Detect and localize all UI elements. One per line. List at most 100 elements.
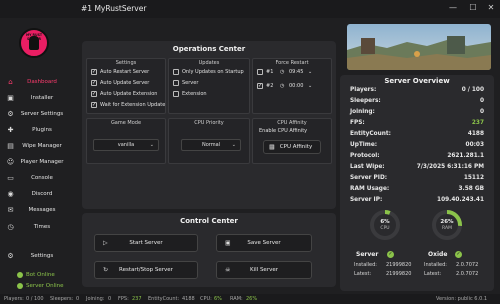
- cpu-affinity-button-label: CPU Affinity: [279, 144, 313, 150]
- control-center-title: Control Center: [180, 217, 238, 225]
- server-version-title: Server: [356, 251, 379, 258]
- game-mode-select[interactable]: vanilla ⌄: [93, 139, 159, 151]
- restart-time-2[interactable]: 00:00: [289, 83, 303, 89]
- server-status: Server Online: [0, 281, 68, 291]
- clock-icon: ◷: [7, 223, 14, 231]
- ram-gauge: 26% RAM: [430, 208, 464, 242]
- server-latest-label: Latest:: [354, 271, 372, 277]
- sidebar-item-dashboard[interactable]: ⌂ Dashboard: [0, 76, 68, 89]
- ram-gauge-label: RAM: [442, 226, 452, 231]
- sidebar-item-server-settings[interactable]: ⚙ Server Settings: [0, 108, 68, 121]
- save-server-label: Save Server: [247, 240, 281, 246]
- restart-tag: #2: [266, 83, 274, 89]
- auto-restart-checkbox[interactable]: ✓ Auto Restart Server: [91, 69, 165, 77]
- footer-entity-label: EntityCount:: [148, 296, 180, 302]
- status-bar: Players: 0 / 100 Sleepers: 0 Joining: 0 …: [0, 294, 500, 304]
- chevron-down-icon[interactable]: ⌄: [308, 69, 312, 75]
- server-latest-value: 21999820: [386, 271, 412, 277]
- force-restart-group-title: Force Restart: [275, 60, 309, 66]
- installer-icon: ▣: [7, 94, 14, 102]
- checkbox-unchecked-icon: [173, 69, 179, 75]
- only-updates-startup-checkbox[interactable]: Only Updates on Startup: [173, 69, 249, 77]
- sidebar-item-installer[interactable]: ▣ Installer: [0, 92, 68, 105]
- sidebar-item-player-manager[interactable]: ☺ Player Manager: [0, 156, 68, 169]
- sidebar-item-label: Discord: [31, 191, 53, 197]
- checkbox-unchecked-icon: [173, 80, 179, 86]
- auto-update-server-checkbox[interactable]: ✓ Auto Update Server: [91, 80, 165, 88]
- footer-players-value: 0 / 100: [26, 296, 44, 302]
- entity-count-label: EntityCount:: [350, 131, 391, 137]
- chevron-down-icon[interactable]: ⌄: [308, 83, 312, 89]
- player-icon: ☺: [6, 158, 15, 166]
- restart-stop-button[interactable]: ↻ Restart/Stop Server: [94, 261, 198, 279]
- ram-gauge-ring: [432, 210, 462, 240]
- checkbox-checked-icon: ✓: [91, 69, 97, 75]
- sidebar-item-discord[interactable]: ◉ Discord: [0, 188, 68, 201]
- sidebar-item-label: Plugins: [32, 127, 52, 133]
- maximize-button[interactable]: ☐: [466, 2, 480, 14]
- gear-icon: ⚙: [7, 252, 14, 260]
- oxide-installed-label: Installed:: [424, 262, 447, 268]
- checkbox-unchecked-icon: [257, 69, 263, 75]
- cpu-affinity-group: CPU Affinity Enable CPU Affinity ▦ CPU A…: [252, 118, 332, 164]
- banner-image: [347, 24, 491, 70]
- server-overview-panel: Server Overview Players: 0 / 100 Sleeper…: [340, 75, 494, 291]
- footer-ram-value: 26%: [246, 296, 258, 302]
- auto-update-extension-checkbox[interactable]: ✓ Auto Update Extension: [91, 91, 165, 99]
- checkbox-label: Auto Restart Server: [100, 69, 150, 75]
- sleepers-value: 0: [479, 98, 484, 104]
- sidebar-item-label: Console: [31, 175, 53, 181]
- checkbox-checked-icon: ✓: [91, 80, 97, 86]
- console-icon: ▭: [7, 174, 14, 182]
- chevron-down-icon: ⌄: [231, 142, 236, 148]
- enable-cpu-affinity-checkbox[interactable]: Enable CPU Affinity: [257, 128, 331, 136]
- server-installed-value: 21999820: [386, 262, 412, 268]
- server-update-checkbox[interactable]: Server: [173, 80, 249, 88]
- sidebar-item-settings[interactable]: ⚙ Settings: [0, 250, 68, 263]
- kill-server-button[interactable]: ☠ Kill Server: [216, 261, 312, 279]
- checkbox-label: Extension: [182, 91, 207, 97]
- start-server-button[interactable]: ▷ Start Server: [94, 234, 198, 252]
- save-server-button[interactable]: ▣ Save Server: [216, 234, 312, 252]
- cpu-priority-select[interactable]: Normal ⌄: [181, 139, 241, 151]
- version-text: Version: public 6.0.1: [436, 296, 488, 302]
- footer-sleepers-value: 0: [76, 296, 80, 302]
- extension-update-checkbox[interactable]: Extension: [173, 91, 249, 99]
- sidebar-item-plugins[interactable]: ✚ Plugins: [0, 124, 68, 137]
- force-restart-row-2[interactable]: ✓ #2 ◷ 00:00 ⌄: [257, 83, 331, 91]
- server-ip-value: 109.40.243.41: [437, 197, 484, 203]
- check-icon: ✓: [387, 251, 394, 258]
- sidebar-item-wipe-manager[interactable]: ▤ Wipe Manager: [0, 140, 68, 153]
- wait-extension-update-checkbox[interactable]: ✓ Wait for Extension Update: [91, 102, 165, 110]
- server-pid-label: Server PID:: [350, 175, 388, 181]
- sidebar-item-messages[interactable]: ✉ Messages: [0, 204, 68, 217]
- sidebar-item-label: Messages: [28, 207, 56, 213]
- protocol-label: Protocol:: [350, 153, 380, 159]
- server-ip-label: Server IP:: [350, 197, 383, 203]
- close-button[interactable]: ✕: [484, 2, 498, 14]
- sidebar-item-label: Times: [33, 224, 51, 230]
- status-dot-icon: [17, 272, 23, 278]
- bot-status: Bot Online: [0, 270, 68, 280]
- skull-icon: [29, 36, 39, 50]
- server-installed-label: Installed:: [354, 262, 377, 268]
- footer-joining-label: Joining:: [86, 296, 105, 302]
- cpu-affinity-button[interactable]: ▦ CPU Affinity: [263, 140, 321, 154]
- sidebar-item-times[interactable]: ◷ Times: [0, 221, 68, 234]
- title-bar: #1 MyRustServer — ☐ ✕: [0, 0, 500, 18]
- start-server-label: Start Server: [129, 240, 163, 246]
- updates-group-title: Updates: [198, 60, 220, 66]
- updates-group: Updates Only Updates on Startup Server E…: [168, 58, 250, 114]
- minimize-button[interactable]: —: [446, 2, 460, 14]
- restart-stop-label: Restart/Stop Server: [119, 267, 173, 273]
- players-value: 0 / 100: [461, 87, 484, 93]
- checkbox-unchecked-icon: [173, 91, 179, 97]
- footer-fps-label: FPS:: [118, 296, 129, 302]
- cpu-gauge-value: 6%: [380, 219, 390, 225]
- force-restart-row-1[interactable]: #1 ◷ 09:45 ⌄: [257, 69, 331, 77]
- sidebar-item-label: Server Settings: [20, 111, 64, 117]
- server-overview-title: Server Overview: [384, 77, 450, 85]
- checkbox-checked-icon: ✓: [91, 102, 97, 108]
- sidebar-item-console[interactable]: ▭ Console: [0, 172, 68, 185]
- restart-time-1[interactable]: 09:45: [289, 69, 303, 75]
